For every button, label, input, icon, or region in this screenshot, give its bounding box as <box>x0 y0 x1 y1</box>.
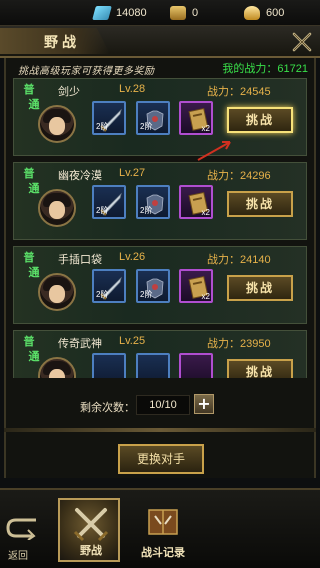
tab-field-battle[interactable]: 野战 <box>58 498 120 562</box>
back-button[interactable]: 返回 <box>4 514 44 564</box>
armor-slot[interactable]: 2阶 <box>136 185 170 219</box>
slot-tier: 2阶 <box>140 290 153 299</box>
token-currency: 0 <box>170 4 198 22</box>
opponent-card: 普 通 手插口袋 Lv.26 战力：24140 2阶 2阶 x2 挑战 <box>13 246 307 324</box>
remain-value: 10/10 <box>136 395 190 415</box>
avatar <box>38 357 76 378</box>
opponent-name: 手插口袋 <box>58 253 102 266</box>
rank-bottom: 通 <box>28 350 40 363</box>
slot-count: x2 <box>201 292 210 301</box>
rank-bottom: 通 <box>28 98 40 111</box>
opponent-power: 战力：23950 <box>207 338 271 350</box>
opponent-name: 传奇武神 <box>58 337 102 350</box>
slot-count: x2 <box>201 208 210 217</box>
refresh-opponents-button[interactable]: 更换对手 <box>118 444 204 474</box>
opponent-power: 战力：24140 <box>207 254 271 266</box>
tab-battle-record[interactable]: 战斗记录 <box>132 498 194 562</box>
rank-badge: 普 通 <box>18 83 40 127</box>
pointer-arrow-icon <box>197 141 231 161</box>
tab-record-label: 战斗记录 <box>141 546 185 559</box>
tab-field-label: 野战 <box>80 544 102 557</box>
slot-tier: 2阶 <box>96 290 109 299</box>
avatar <box>38 105 76 143</box>
opponent-name: 剑少 <box>58 85 80 98</box>
rank-top: 普 <box>23 335 35 348</box>
gold-ingot-icon <box>244 6 260 20</box>
sword-slot[interactable]: 2阶 <box>92 185 126 219</box>
rank-top: 普 <box>23 83 35 96</box>
opponent-card: 普 通 幽夜冷漠 Lv.27 战力：24296 2阶 2阶 x2 挑战 <box>13 162 307 240</box>
sword-slot[interactable]: 2阶 <box>92 269 126 303</box>
remain-label: 剩余次数： <box>80 401 135 414</box>
rank-badge: 普 通 <box>18 335 40 378</box>
book-slot[interactable] <box>179 353 213 378</box>
close-button[interactable] <box>288 28 316 56</box>
challenge-button[interactable]: 挑战 <box>227 359 293 378</box>
remain-row: 剩余次数： 10/10 + <box>0 390 320 422</box>
book-slot[interactable]: x2 <box>179 101 213 135</box>
slot-tier: 2阶 <box>140 122 153 131</box>
opponent-card: 普 通 剑少 Lv.28 战力：24545 2阶 2阶 x2 挑战 <box>13 78 307 156</box>
gold-amount: 600 <box>266 7 285 19</box>
rank-bottom: 通 <box>28 182 40 195</box>
challenge-button[interactable]: 挑战 <box>227 275 293 301</box>
rank-bottom: 通 <box>28 266 40 279</box>
slot-tier: 2阶 <box>96 122 109 131</box>
slot-tier: 2阶 <box>96 206 109 215</box>
token-amount: 0 <box>192 7 199 19</box>
rank-top: 普 <box>23 167 35 180</box>
currency-bar: 14080 0 600 <box>0 0 320 26</box>
record-book-icon <box>148 509 178 535</box>
add-attempts-button[interactable]: + <box>194 394 214 414</box>
close-icon <box>292 32 312 52</box>
slot-tier: 2阶 <box>140 206 153 215</box>
gold-currency: 600 <box>244 4 284 22</box>
opponent-level: Lv.27 <box>119 167 146 179</box>
opponent-power: 战力：24296 <box>207 170 271 182</box>
opponent-level: Lv.28 <box>119 83 146 95</box>
opponent-list[interactable]: 普 通 剑少 Lv.28 战力：24545 2阶 2阶 x2 挑战 普 通 幽夜… <box>13 78 307 378</box>
opponent-card: 普 通 传奇武神 Lv.25 战力：23950 挑战 <box>13 330 307 378</box>
back-label: 返回 <box>8 551 28 562</box>
panel-divider <box>4 428 316 432</box>
sword-slot[interactable] <box>92 353 126 378</box>
reward-tip: 挑战高级玩家可获得更多奖励 <box>18 66 155 77</box>
avatar <box>38 273 76 311</box>
my-power: 我的战力：61721 <box>222 63 308 75</box>
rank-badge: 普 通 <box>18 167 40 211</box>
page-title: 野战 <box>44 35 80 51</box>
opponent-level: Lv.25 <box>119 335 146 347</box>
opponent-level: Lv.26 <box>119 251 146 263</box>
diamond-icon <box>92 6 112 20</box>
diamond-currency: 14080 <box>92 4 147 22</box>
armor-slot[interactable]: 2阶 <box>136 269 170 303</box>
opponent-name: 幽夜冷漠 <box>58 169 102 182</box>
diamond-amount: 14080 <box>116 7 147 19</box>
armor-slot[interactable]: 2阶 <box>136 101 170 135</box>
challenge-button[interactable]: 挑战 <box>227 107 293 133</box>
token-icon <box>170 6 186 20</box>
challenge-button[interactable]: 挑战 <box>227 191 293 217</box>
armor-slot[interactable] <box>136 353 170 378</box>
slot-count: x2 <box>201 124 210 133</box>
title-bar: 野战 <box>0 26 320 58</box>
book-slot[interactable]: x2 <box>179 269 213 303</box>
crossed-swords-icon <box>73 508 109 542</box>
sword-slot[interactable]: 2阶 <box>92 101 126 135</box>
book-slot[interactable]: x2 <box>179 185 213 219</box>
avatar <box>38 189 76 227</box>
back-arrow-icon <box>6 518 36 540</box>
opponent-power: 战力：24545 <box>207 86 271 98</box>
rank-badge: 普 通 <box>18 251 40 295</box>
bottom-nav: 返回 野战 战斗记录 <box>0 488 320 568</box>
rank-top: 普 <box>23 251 35 264</box>
